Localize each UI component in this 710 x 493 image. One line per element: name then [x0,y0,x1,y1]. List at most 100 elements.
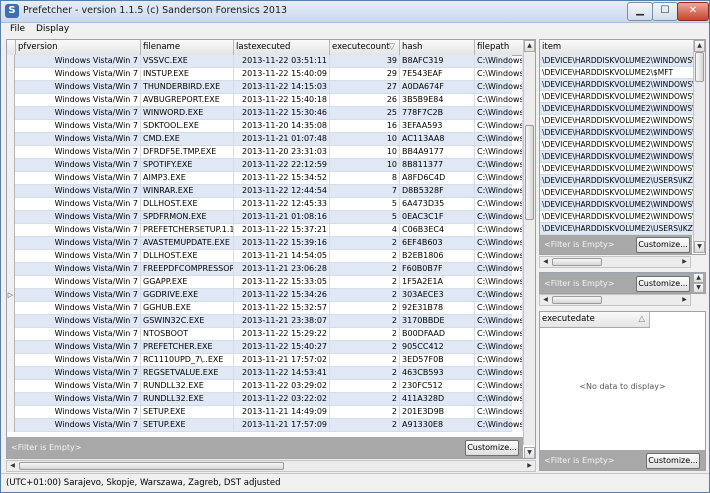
table-row[interactable]: Windows Vista/Win 7 INSTUP.EXE 2013-11-22 … [7,68,523,81]
row-indicator[interactable] [7,107,15,120]
item-filter-text[interactable]: <Filter is Empty> [544,240,615,249]
table-row[interactable]: Windows Vista/Win 7 THUNDERBIRD.EXE 2013-1… [7,81,523,94]
middle-scroll-up-icon[interactable]: ▲ [693,273,704,283]
col-item[interactable]: item [540,40,695,55]
row-indicator[interactable]: ▷ [7,289,15,302]
grid-filter-bar[interactable]: <Filter is Empty> Customize... [7,437,523,458]
middle-scroll-right-icon[interactable]: ▶ [679,295,690,305]
table-row[interactable]: Windows Vista/Win 7 SETUP.EXE 2013-11-21 1… [7,406,523,419]
middle-filter-panel[interactable]: <Filter is Empty> Customize... ▲ ▼ [539,272,706,294]
list-item[interactable]: \DEVICE\HARDDISKVOLUME2\USERS\IKZ\ [540,223,695,235]
list-item[interactable]: \DEVICE\HARDDISKVOLUME2\WINDOWS\ [540,115,695,127]
row-indicator[interactable] [7,393,15,406]
scroll-right-icon[interactable]: ▶ [524,461,535,471]
item-scroll-up-icon[interactable]: ▲ [694,40,705,52]
executedate-filter-bar[interactable]: <Filter is Empty> Customize... [540,450,705,470]
row-indicator[interactable] [7,133,15,146]
list-item[interactable]: \DEVICE\HARDDISKVOLUME2\WINDOWS\ [540,103,695,115]
row-indicator[interactable] [7,328,15,341]
row-indicator[interactable] [7,211,15,224]
row-indicator[interactable] [7,159,15,172]
row-indicator[interactable] [7,172,15,185]
row-indicator[interactable] [7,367,15,380]
row-indicator[interactable] [7,94,15,107]
hscroll-thumb[interactable] [19,462,284,470]
list-item[interactable]: \DEVICE\HARDDISKVOLUME2\WINDOWS\ [540,127,695,139]
middle-scroll-left-icon[interactable]: ◀ [540,295,551,305]
title-bar[interactable]: S Prefetcher - version 1.1.5 (c) Sanders… [1,1,709,23]
menu-file[interactable]: File [10,24,25,34]
row-indicator[interactable] [7,237,15,250]
table-row[interactable]: Windows Vista/Win 7 RUNDLL32.EXE 2013-11-2… [7,380,523,393]
item-scroll-down-icon[interactable]: ▼ [694,241,705,253]
list-item[interactable]: \DEVICE\HARDDISKVOLUME2\WINDOWS\ [540,199,695,211]
grid-filter-text[interactable]: <Filter is Empty> [11,443,82,452]
maximize-button[interactable]: ☐ [652,2,678,21]
item-scroll-right-icon[interactable]: ▶ [679,257,690,267]
col-executecount[interactable]: executecount ▽ [330,40,400,55]
table-row[interactable]: Windows Vista/Win 7 SDKTOOL.EXE 2013-11-20… [7,120,523,133]
menu-display[interactable]: Display [36,24,69,34]
table-row[interactable]: Windows Vista/Win 7 WINWORD.EXE 2013-11-22… [7,107,523,120]
table-row[interactable]: Windows Vista/Win 7 GGHUB.EXE 2013-11-22 1… [7,302,523,315]
table-row[interactable]: Windows Vista/Win 7 AVASTEMUPDATE.EXE 2013… [7,237,523,250]
table-row[interactable]: Windows Vista/Win 7 AIMP3.EXE 2013-11-22 1… [7,172,523,185]
table-row[interactable]: Windows Vista/Win 7 SETUP.EXE 2013-11-21 1… [7,419,523,432]
middle-customize-button[interactable]: Customize... [636,276,690,292]
row-indicator[interactable] [7,185,15,198]
table-row[interactable]: Windows Vista/Win 7 FREEPDFCOMPRESSOR_ 201… [7,263,523,276]
table-row[interactable]: Windows Vista/Win 7 NTOSBOOT 2013-11-22 15… [7,328,523,341]
table-row[interactable]: Windows Vista/Win 7 SPDFRMON.EXE 2013-11-2… [7,211,523,224]
close-button[interactable]: ✕ [677,2,709,21]
list-item[interactable]: \DEVICE\HARDDISKVOLUME2\WINDOWS\ [540,79,695,91]
row-indicator[interactable] [7,354,15,367]
col-lastexecuted[interactable]: lastexecuted [234,40,330,55]
table-row[interactable]: Windows Vista/Win 7 REGSETVALUE.EXE 2013-1… [7,367,523,380]
executedate-filter-text[interactable]: <Filter is Empty> [544,456,615,465]
row-indicator[interactable] [7,68,15,81]
item-vertical-scrollbar[interactable]: ▲ ▼ [693,40,705,253]
middle-scroll-down-icon[interactable]: ▼ [693,283,704,293]
col-executedate[interactable]: executedate △ [540,312,650,327]
col-filepath[interactable]: filepath [475,40,525,55]
item-hscroll-thumb[interactable] [552,258,602,266]
table-row[interactable]: Windows Vista/Win 7 PREFETCHER.EXE 2013-11… [7,341,523,354]
row-indicator[interactable] [7,276,15,289]
row-indicator[interactable] [7,120,15,133]
row-indicator[interactable] [7,146,15,159]
col-filename[interactable]: filename [141,40,234,55]
table-row[interactable]: Windows Vista/Win 7 VSSVC.EXE 2013-11-22 0… [7,55,523,68]
grid-vertical-scrollbar[interactable]: ▲ [523,40,535,445]
middle-filter-text[interactable]: <Filter is Empty> [544,279,615,288]
table-row[interactable]: Windows Vista/Win 7 GSWIN32C.EXE 2013-11-2… [7,315,523,328]
table-row[interactable]: Windows Vista/Win 7 SPOTIFY.EXE 2013-11-22… [7,159,523,172]
grid-horizontal-scrollbar[interactable]: ◀ ▶ [6,460,536,472]
item-scroll-thumb[interactable] [695,52,704,82]
scroll-down-icon[interactable]: ▼ [524,447,535,458]
table-row[interactable]: Windows Vista/Win 7 DLLHOST.EXE 2013-11-22… [7,198,523,211]
executedate-customize-button[interactable]: Customize... [646,453,700,469]
table-row[interactable]: Windows Vista/Win 7 AVBUGREPORT.EXE 2013-1… [7,94,523,107]
row-indicator[interactable] [7,263,15,276]
scroll-up-icon[interactable]: ▲ [524,40,535,52]
row-indicator[interactable] [7,380,15,393]
list-item[interactable]: \DEVICE\HARDDISKVOLUME2\WINDOWS\SY [540,55,695,67]
minimize-button[interactable]: ▁ [627,2,653,21]
table-row[interactable]: Windows Vista/Win 7 RC1110UPD_7\..EXE 2013… [7,354,523,367]
table-row[interactable]: Windows Vista/Win 7 WINRAR.EXE 2013-11-22 … [7,185,523,198]
row-indicator[interactable] [7,224,15,237]
row-indicator[interactable] [7,406,15,419]
list-item[interactable]: \DEVICE\HARDDISKVOLUME2\WINDOWS\ [540,151,695,163]
middle-horizontal-scrollbar[interactable]: ◀ ▶ [539,294,691,306]
item-scroll-left-icon[interactable]: ◀ [540,257,551,267]
row-indicator[interactable] [7,55,15,68]
table-row[interactable]: Windows Vista/Win 7 DFRDF5E.TMP.EXE 2013-1… [7,146,523,159]
list-item[interactable]: \DEVICE\HARDDISKVOLUME2\WINDOWS\ [540,139,695,151]
row-indicator[interactable] [7,302,15,315]
row-indicator[interactable] [7,419,15,432]
row-indicator[interactable] [7,81,15,94]
table-row[interactable]: Windows Vista/Win 7 GGAPP.EXE 2013-11-22 1… [7,276,523,289]
scroll-left-icon[interactable]: ◀ [7,461,18,471]
row-indicator[interactable] [7,198,15,211]
table-row[interactable]: Windows Vista/Win 7 RUNDLL32.EXE 2013-11-2… [7,393,523,406]
